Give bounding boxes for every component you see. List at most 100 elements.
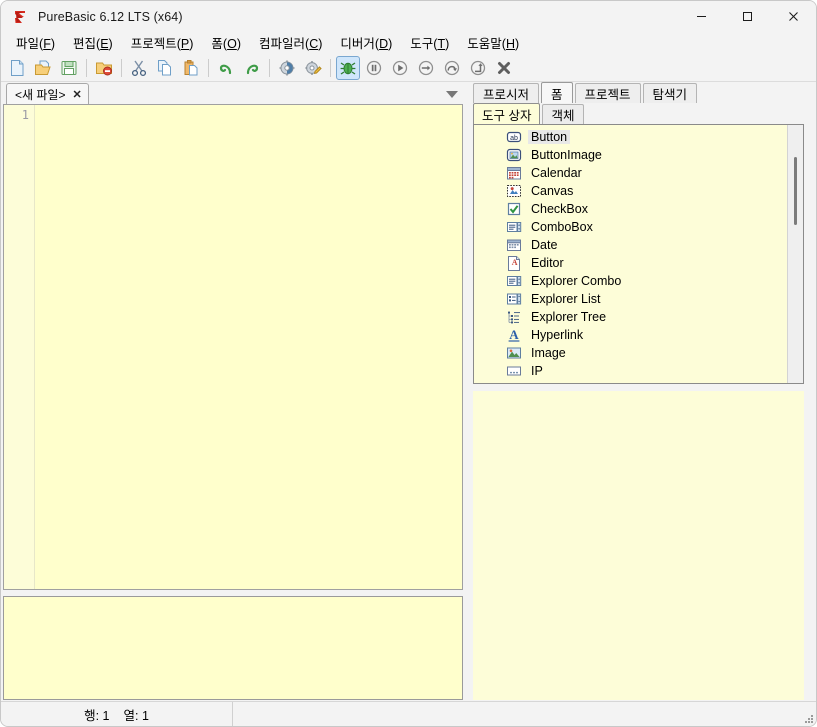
menu-form-label: 폼 [211, 37, 223, 51]
toolbar-separator [86, 58, 87, 77]
toolbox-list: ab Button ButtonImage Calendar Canvas Ch… [474, 125, 787, 383]
toolbox-item-hyperlink[interactable]: A Hyperlink [474, 326, 787, 344]
purebasic-logo-icon [12, 9, 28, 25]
toolbox-panel: ab Button ButtonImage Calendar Canvas Ch… [473, 124, 804, 384]
copy-button[interactable] [153, 56, 177, 80]
minimize-button[interactable] [678, 1, 724, 32]
explorer-combo-icon [506, 273, 522, 289]
stop-button[interactable] [492, 56, 516, 80]
toolbox-item-label: Hyperlink [531, 328, 584, 342]
menu-bar: 파일(F) 편집(E) 프로젝트(P) 폼(O) 컴파일러(C) 디버거(D) … [1, 32, 816, 54]
close-button[interactable] [770, 1, 816, 32]
tab-procedures[interactable]: 프로시저 [473, 83, 540, 103]
svg-text:A: A [512, 258, 518, 267]
compile-options-button[interactable] [301, 56, 325, 80]
toolbar-separator [208, 58, 209, 77]
code-text-area[interactable] [35, 105, 462, 589]
undo-button[interactable] [214, 56, 238, 80]
menu-edit[interactable]: 편집(E) [64, 31, 122, 55]
open-file-button[interactable] [31, 56, 55, 80]
editor-icon: A [506, 255, 522, 271]
window-title: PureBasic 6.12 LTS (x64) [38, 9, 183, 24]
file-tab-close-icon[interactable]: ✕ [72, 88, 81, 101]
menu-compiler[interactable]: 컴파일러(C) [250, 31, 331, 55]
tab-explorer-label: 탐색기 [652, 88, 688, 102]
output-panel[interactable] [3, 596, 463, 700]
form-sub-tab-strip: 도구 상자 객체 [465, 103, 816, 124]
toolbox-item-image[interactable]: Image [474, 344, 787, 362]
close-file-button[interactable] [92, 56, 116, 80]
image-icon [506, 345, 522, 361]
toolbox-scrollbar-thumb[interactable] [794, 157, 797, 225]
resize-grip[interactable] [803, 713, 813, 723]
cut-button[interactable] [127, 56, 151, 80]
step-button[interactable] [414, 56, 438, 80]
toolbox-item-canvas[interactable]: Canvas [474, 182, 787, 200]
combobox-icon [506, 219, 522, 235]
main-area: <새 파일> ✕ 1 프로시저 폼 프로젝트 탐색기 도구 상자 객체 ab B… [1, 82, 816, 702]
pause-button[interactable] [362, 56, 386, 80]
menu-help[interactable]: 도움말(H) [458, 31, 528, 55]
paste-button[interactable] [179, 56, 203, 80]
toolbox-item-combobox[interactable]: ComboBox [474, 218, 787, 236]
maximize-button[interactable] [724, 1, 770, 32]
toolbox-item-label: Calendar [531, 166, 582, 180]
date-icon [506, 237, 522, 253]
line-number-gutter: 1 [4, 105, 34, 589]
tool-pane-tab-strip: 프로시저 폼 프로젝트 탐색기 [465, 82, 816, 103]
toolbar-separator [330, 58, 331, 77]
tab-explorer[interactable]: 탐색기 [642, 83, 698, 103]
form-designer-area[interactable] [473, 391, 804, 700]
svg-text:A: A [509, 327, 519, 342]
code-editor[interactable]: 1 [3, 104, 463, 590]
continue-button[interactable] [388, 56, 412, 80]
tab-form[interactable]: 폼 [541, 82, 573, 103]
menu-tools[interactable]: 도구(T) [401, 31, 458, 55]
toolbox-item-ip[interactable]: IP [474, 362, 787, 380]
menu-project-label: 프로젝트 [130, 37, 177, 51]
tab-project[interactable]: 프로젝트 [574, 83, 641, 103]
run-debug-button[interactable] [336, 55, 360, 80]
menu-project[interactable]: 프로젝트(P) [122, 31, 203, 55]
menu-form[interactable]: 폼(O) [202, 31, 250, 55]
toolbox-item-label: ComboBox [531, 220, 593, 234]
sub-tab-toolbox-label: 도구 상자 [482, 108, 532, 123]
toolbar-separator [121, 58, 122, 77]
file-tab-strip: <새 파일> ✕ [1, 82, 465, 104]
redo-button[interactable] [240, 56, 264, 80]
toolbox-item-explorer-list[interactable]: Explorer List [474, 290, 787, 308]
toolbox-item-explorer-combo[interactable]: Explorer Combo [474, 272, 787, 290]
sub-tab-objects-label: 객체 [551, 109, 575, 123]
sub-tab-toolbox[interactable]: 도구 상자 [473, 103, 541, 124]
step-out-button[interactable] [466, 56, 490, 80]
new-file-button[interactable] [5, 56, 29, 80]
toolbox-item-editor[interactable]: A Editor [474, 254, 787, 272]
menu-tools-accel: T [437, 37, 446, 51]
sub-tab-objects[interactable]: 객체 [542, 104, 584, 124]
toolbox-item-buttonimage[interactable]: ButtonImage [474, 146, 787, 164]
status-row-label: 행: 1 [84, 708, 110, 723]
toolbox-item-label: CheckBox [531, 202, 588, 216]
file-tab-new-file[interactable]: <새 파일> ✕ [6, 83, 89, 104]
chevron-down-icon[interactable] [445, 87, 459, 101]
toolbox-item-date[interactable]: Date [474, 236, 787, 254]
menu-project-accel: P [180, 37, 190, 51]
toolbox-scrollbar[interactable] [787, 125, 803, 383]
toolbox-item-label: Explorer Combo [531, 274, 622, 288]
hyperlink-icon: A [506, 327, 522, 343]
menu-edit-label: 편집 [73, 37, 97, 51]
menu-edit-accel: E [100, 37, 109, 51]
toolbox-item-checkbox[interactable]: CheckBox [474, 200, 787, 218]
toolbox-item-calendar[interactable]: Calendar [474, 164, 787, 182]
step-over-button[interactable] [440, 56, 464, 80]
menu-file[interactable]: 파일(F) [7, 31, 64, 55]
toolbox-item-button[interactable]: ab Button [474, 128, 787, 146]
checkbox-icon [506, 201, 522, 217]
compile-button[interactable] [275, 56, 299, 80]
menu-debugger[interactable]: 디버거(D) [331, 31, 401, 55]
caret-position-status: 행: 1 열: 1 [1, 702, 233, 726]
menu-form-accel: O [227, 37, 237, 51]
save-file-button[interactable] [57, 56, 81, 80]
application-window: PureBasic 6.12 LTS (x64) 파일(F) 편집(E) 프로젝… [0, 0, 817, 727]
toolbox-item-explorer-tree[interactable]: Explorer Tree [474, 308, 787, 326]
